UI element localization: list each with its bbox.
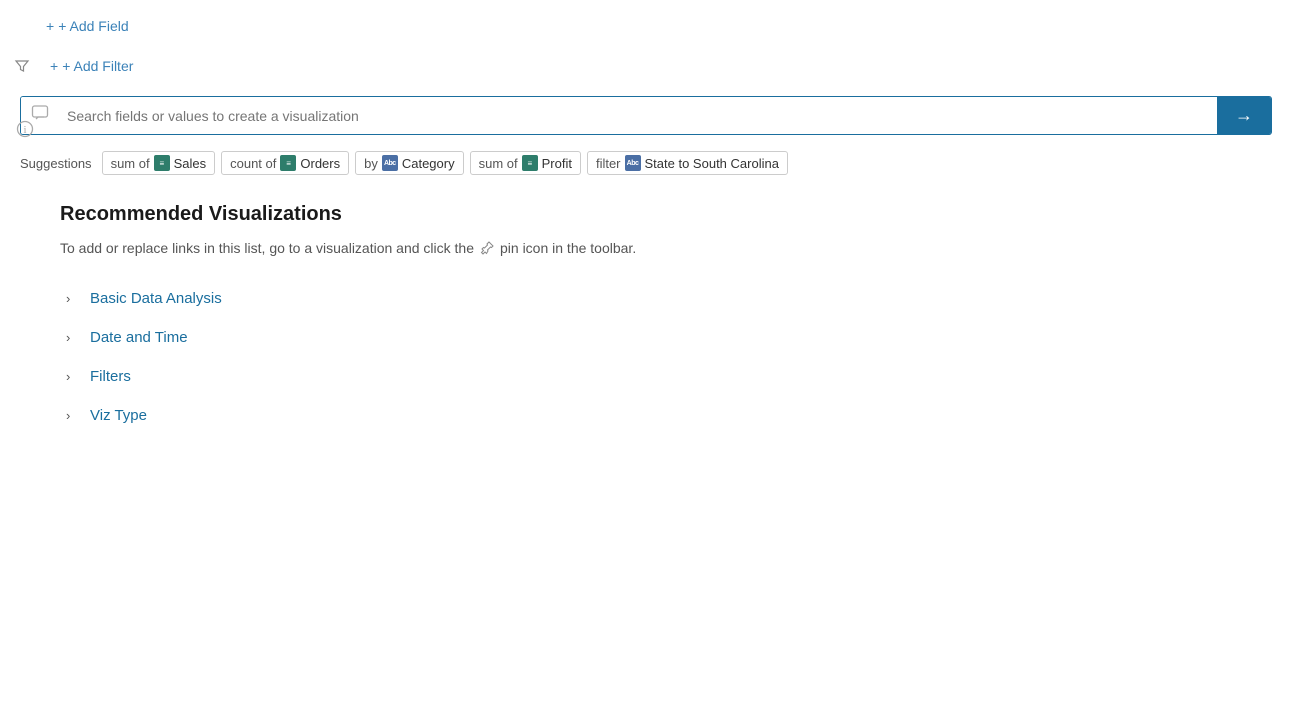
- chip-name-profit: Profit: [542, 156, 572, 171]
- recommended-description: To add or replace links in this list, go…: [60, 240, 1252, 256]
- viz-item-filters[interactable]: › Filters: [60, 358, 1252, 395]
- chevron-icon-filters: ›: [66, 369, 80, 384]
- recommended-title: Recommended Visualizations: [60, 203, 1252, 226]
- info-icon[interactable]: i: [16, 120, 34, 143]
- chip-icon-sales: ≡: [154, 155, 170, 171]
- chip-filter-state[interactable]: filter Abc State to South Carolina: [587, 151, 788, 175]
- chip-prefix-sum-sales: sum of: [111, 156, 150, 171]
- chip-prefix-sum-profit: sum of: [479, 156, 518, 171]
- main-content: Recommended Visualizations To add or rep…: [0, 185, 1292, 454]
- chip-prefix-filter-state: filter: [596, 156, 621, 171]
- chip-name-state: State to South Carolina: [645, 156, 779, 171]
- chip-icon-category: Abc: [382, 155, 398, 171]
- add-filter-button[interactable]: + + Add Filter: [44, 54, 139, 78]
- add-filter-label: + Add Filter: [62, 58, 133, 74]
- chip-icon-state: Abc: [625, 155, 641, 171]
- viz-item-label-basic: Basic Data Analysis: [90, 290, 222, 307]
- chip-sum-profit[interactable]: sum of ≡ Profit: [470, 151, 581, 175]
- chip-name-category: Category: [402, 156, 455, 171]
- search-input[interactable]: [59, 97, 1217, 134]
- add-field-bar: + + Add Field: [0, 0, 1292, 48]
- sidebar-icons: i: [16, 120, 34, 143]
- desc-before: To add or replace links in this list, go…: [60, 240, 474, 256]
- suggestions-label: Suggestions: [20, 156, 92, 171]
- pin-icon: [479, 240, 495, 256]
- chip-prefix-count-orders: count of: [230, 156, 276, 171]
- chip-name-sales: Sales: [174, 156, 207, 171]
- chip-sum-sales[interactable]: sum of ≡ Sales: [102, 151, 216, 175]
- viz-item-viz-type[interactable]: › Viz Type: [60, 397, 1252, 434]
- chevron-icon-viz-type: ›: [66, 408, 80, 423]
- search-section: →: [0, 88, 1292, 147]
- add-field-label: + Add Field: [58, 18, 128, 34]
- filter-icon: [14, 58, 36, 74]
- chip-by-category[interactable]: by Abc Category: [355, 151, 463, 175]
- chip-name-orders: Orders: [300, 156, 340, 171]
- plus-icon: +: [46, 18, 54, 34]
- plus-filter-icon: +: [50, 58, 58, 74]
- viz-list: › Basic Data Analysis › Date and Time › …: [60, 280, 1252, 434]
- chip-icon-profit: ≡: [522, 155, 538, 171]
- chip-icon-orders: ≡: [280, 155, 296, 171]
- chevron-icon-date: ›: [66, 330, 80, 345]
- viz-item-date-and-time[interactable]: › Date and Time: [60, 319, 1252, 356]
- add-field-button[interactable]: + + Add Field: [40, 14, 135, 38]
- viz-item-basic-data-analysis[interactable]: › Basic Data Analysis: [60, 280, 1252, 317]
- search-submit-button[interactable]: →: [1217, 97, 1271, 134]
- desc-after: pin icon in the toolbar.: [500, 240, 636, 256]
- arrow-right-icon: →: [1235, 105, 1253, 126]
- search-bar: →: [20, 96, 1272, 135]
- viz-item-label-viz-type: Viz Type: [90, 407, 147, 424]
- suggestions-row: Suggestions sum of ≡ Sales count of ≡ Or…: [0, 147, 1292, 185]
- svg-text:i: i: [23, 124, 26, 136]
- viz-item-label-date: Date and Time: [90, 329, 188, 346]
- chevron-icon-basic: ›: [66, 291, 80, 306]
- chip-count-orders[interactable]: count of ≡ Orders: [221, 151, 349, 175]
- filter-bar: + + Add Filter: [0, 48, 1292, 88]
- viz-item-label-filters: Filters: [90, 368, 131, 385]
- chip-prefix-by-category: by: [364, 156, 378, 171]
